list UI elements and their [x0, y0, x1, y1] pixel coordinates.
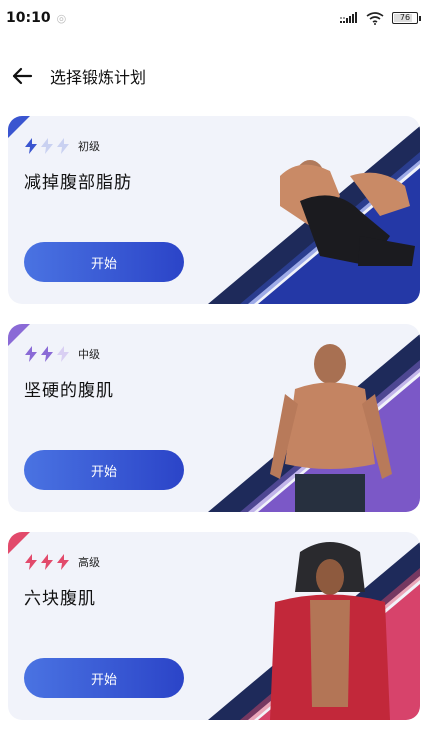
difficulty-label: 初级	[78, 140, 100, 153]
page-title: 选择锻炼计划	[50, 68, 147, 87]
status-time: 10:10	[6, 10, 51, 26]
lightning-bolt-icon	[41, 346, 53, 362]
start-button[interactable]: 开始	[24, 450, 184, 490]
back-button[interactable]	[8, 62, 36, 90]
difficulty-label: 中级	[78, 348, 100, 361]
lightning-bolt-icon	[25, 554, 37, 570]
status-time-group: 10:10 ◎	[6, 10, 66, 26]
lightning-bolt-icon	[57, 138, 69, 154]
plan-card-1[interactable]: 初级 减掉腹部脂肪 开始	[8, 116, 420, 304]
difficulty-row: 高级	[24, 554, 100, 570]
lightning-bolt-icon	[41, 138, 53, 154]
status-bar: 10:10 ◎ 76	[0, 0, 426, 36]
start-button[interactable]: 开始	[24, 658, 184, 698]
wifi-icon	[366, 11, 384, 25]
difficulty-label: 高级	[78, 556, 100, 569]
plan-card-3[interactable]: 高级 六块腹肌 开始	[8, 532, 420, 720]
lightning-bolt-icon	[25, 346, 37, 362]
plan-title: 六块腹肌	[24, 589, 96, 609]
plan-title: 减掉腹部脂肪	[24, 173, 132, 193]
athlete-image	[270, 542, 390, 720]
plan-card-2[interactable]: 中级 坚硬的腹肌 开始	[8, 324, 420, 512]
athlete-image	[270, 344, 392, 512]
status-indicators: 76	[340, 11, 421, 25]
athlete-image	[280, 160, 415, 266]
start-button[interactable]: 开始	[24, 242, 184, 282]
lightning-bolt-icon	[57, 346, 69, 362]
battery-icon: 76	[392, 12, 421, 24]
signal-icon	[340, 12, 357, 23]
plan-title: 坚硬的腹肌	[24, 381, 114, 401]
lightning-bolt-icon	[57, 554, 69, 570]
lightning-bolt-icon	[41, 554, 53, 570]
difficulty-row: 中级	[24, 346, 100, 362]
arrow-left-icon	[12, 67, 33, 85]
difficulty-row: 初级	[24, 138, 100, 154]
lightning-bolt-icon	[25, 138, 37, 154]
notification-dot-icon: ◎	[56, 11, 67, 25]
battery-level: 76	[399, 13, 411, 22]
page-header: 选择锻炼计划	[0, 56, 426, 96]
